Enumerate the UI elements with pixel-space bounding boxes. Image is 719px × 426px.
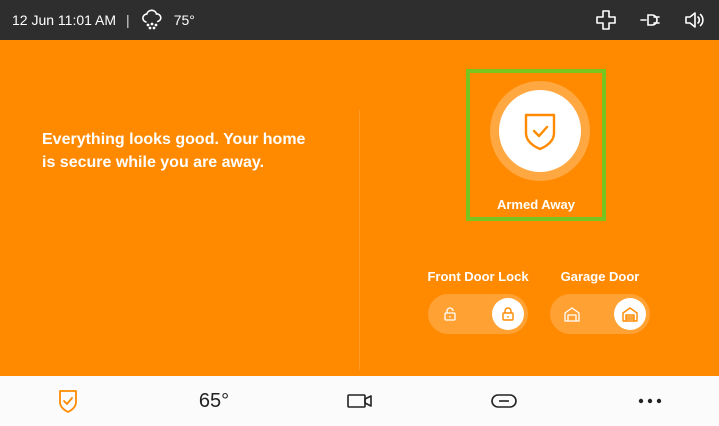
plug-icon[interactable]	[639, 9, 661, 31]
automation-icon	[491, 394, 517, 408]
bottom-nav: 65°	[0, 376, 719, 426]
lock-icon	[502, 307, 514, 321]
panel-divider	[359, 110, 360, 370]
nav-security[interactable]	[48, 376, 88, 426]
garage-door-toggle[interactable]	[550, 294, 650, 334]
unlock-icon	[444, 307, 456, 321]
nav-cameras[interactable]	[340, 376, 380, 426]
thermostat-temperature: 65°	[198, 389, 230, 412]
nav-thermostat[interactable]: 65°	[184, 376, 244, 426]
cloud-snow-icon	[140, 8, 164, 32]
front-door-lock-toggle[interactable]	[428, 294, 528, 334]
status-bar: 12 Jun 11:01 AM | 75°	[0, 0, 719, 40]
shield-halo	[490, 81, 590, 181]
nav-automations[interactable]	[484, 376, 524, 426]
status-left: 12 Jun 11:01 AM | 75°	[12, 0, 195, 40]
nav-more[interactable]	[630, 376, 670, 426]
security-status-label: Armed Away	[496, 197, 576, 212]
status-separator: |	[126, 12, 130, 28]
garage-open-option[interactable]	[556, 298, 588, 330]
garage-closed-option[interactable]	[614, 298, 646, 330]
garage-open-icon	[564, 307, 580, 322]
outdoor-temperature: 75°	[173, 12, 195, 28]
front-door-lock-label: Front Door Lock	[427, 269, 529, 284]
security-status-button[interactable]: Armed Away	[466, 69, 606, 221]
shield-circle	[499, 90, 581, 172]
status-message: Everything looks good. Your home is secu…	[42, 131, 306, 171]
garage-door-label: Garage Door	[560, 269, 640, 284]
medical-cross-icon[interactable]	[595, 9, 617, 31]
front-door-lock: Front Door Lock	[426, 269, 530, 334]
status-right	[595, 0, 705, 40]
lock-option[interactable]	[492, 298, 524, 330]
garage-closed-icon	[622, 307, 638, 322]
control-panel-screen: 12 Jun 11:01 AM | 75° Everything looks g…	[0, 0, 719, 426]
main-panel: Everything looks good. Your home is secu…	[0, 40, 719, 376]
date-time: 12 Jun 11:01 AM	[12, 12, 117, 28]
camera-icon	[347, 394, 372, 408]
garage-door: Garage Door	[548, 269, 652, 334]
volume-icon[interactable]	[683, 9, 705, 31]
more-icon	[638, 398, 662, 404]
shield-check-icon	[59, 390, 77, 413]
unlock-option[interactable]	[434, 298, 466, 330]
shield-check-icon	[524, 113, 556, 151]
